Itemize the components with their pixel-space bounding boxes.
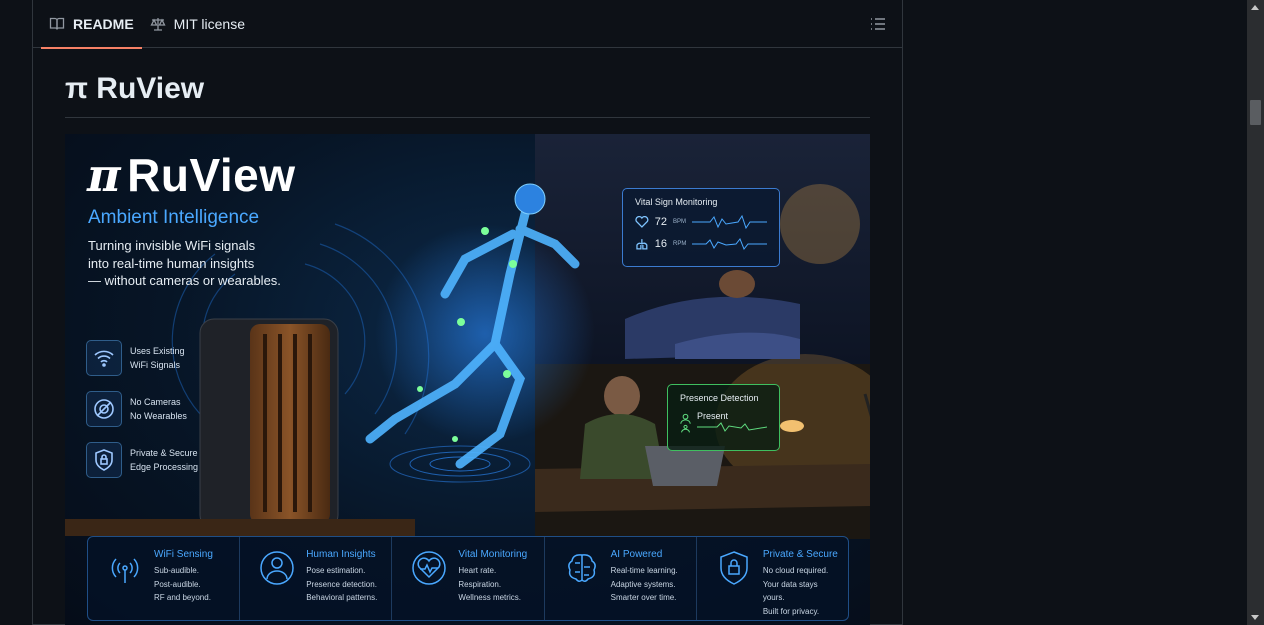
feature-ai-powered: AI Powered Real-time learning. Adaptive sy… xyxy=(545,537,697,620)
tab-readme-label: README xyxy=(73,15,134,32)
presence-row: Present xyxy=(680,411,768,435)
heart-icon xyxy=(635,216,649,228)
presence-wave-icon xyxy=(697,422,768,432)
person-presence-icon xyxy=(680,413,691,433)
person-icon xyxy=(260,551,294,585)
tab-license-label: MIT license xyxy=(173,15,245,32)
vital-card-title: Vital Sign Monitoring xyxy=(635,197,718,207)
brain-icon xyxy=(567,554,596,583)
feature-private-secure: Private & Secure No cloud required. Your d… xyxy=(697,537,848,620)
feature-human-insights: Human Insights Pose estimation. Presence d… xyxy=(240,537,393,620)
scroll-thumb[interactable] xyxy=(1250,100,1261,125)
feature-wifi: Uses Existing WiFi Signals xyxy=(86,340,185,376)
presence-status: Present xyxy=(697,411,729,421)
page: README MIT license π RuView π RuView Amb… xyxy=(0,0,1264,625)
feature-no-camera: No Cameras No Wearables xyxy=(86,391,187,427)
scale-icon xyxy=(150,17,166,31)
no-camera-icon xyxy=(94,399,114,419)
heart-monitor-icon xyxy=(412,551,447,585)
window-scrollbar[interactable] xyxy=(1247,0,1264,625)
tab-license[interactable]: MIT license xyxy=(142,0,253,48)
presence-card-title: Presence Detection xyxy=(680,393,759,403)
respiration-row: 16 RPM xyxy=(635,237,767,251)
lock-icon xyxy=(95,449,113,471)
page-title: π RuView xyxy=(65,72,870,118)
shield-lock-icon xyxy=(720,551,748,585)
feature-vital-monitoring: Vital Monitoring Heart rate. Respiration. W… xyxy=(392,537,545,620)
hero-description: Turning invisible WiFi signals into real… xyxy=(88,238,281,288)
resp-wave-icon xyxy=(692,238,767,250)
heart-wave-icon xyxy=(692,215,767,229)
vital-sign-card: Vital Sign Monitoring 72 BPM 16 RPM xyxy=(622,188,780,267)
book-icon xyxy=(49,17,65,30)
heart-rate-row: 72 BPM xyxy=(635,215,767,229)
scroll-down-icon[interactable] xyxy=(1251,615,1259,620)
hero-image: π RuView Ambient Intelligence Turning inv… xyxy=(65,134,870,625)
tab-readme[interactable]: README xyxy=(41,0,142,49)
scroll-up-icon[interactable] xyxy=(1251,5,1259,10)
readme-tabs: README MIT license xyxy=(33,0,902,49)
wifi-icon xyxy=(94,350,114,367)
feature-private: Private & Secure Edge Processing xyxy=(86,442,198,478)
feature-bar: WiFi Sensing Sub-audible. Post-audible. RF … xyxy=(87,536,849,621)
hero-logo: π RuView xyxy=(87,148,296,202)
lungs-icon xyxy=(636,239,648,250)
wifi-sensing-icon xyxy=(111,558,139,583)
presence-card: Presence Detection Present xyxy=(667,384,780,451)
list-icon[interactable] xyxy=(868,14,888,34)
hero-subtitle: Ambient Intelligence xyxy=(88,207,260,228)
feature-wifi-sensing: WiFi Sensing Sub-audible. Post-audible. RF … xyxy=(88,537,241,620)
